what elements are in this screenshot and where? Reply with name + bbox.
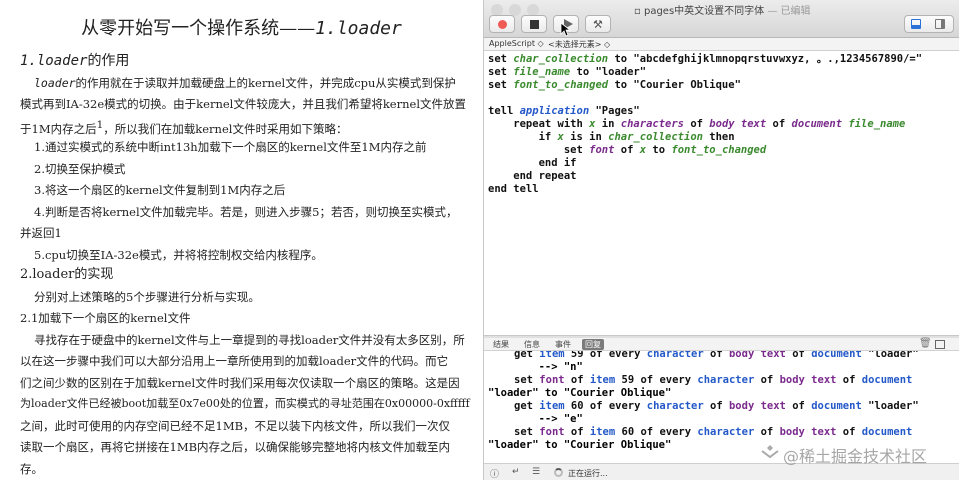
step-item: 4.判断是否将kernel文件加载完毕。若是，则进入步骤5；若否，则切换至实模式… — [34, 205, 458, 219]
tab-events[interactable]: 事件 — [552, 339, 574, 350]
tab-result[interactable]: 结果 — [490, 339, 512, 350]
running-status: 正在运行... — [568, 469, 608, 478]
paragraph-line: 以在这一步骤中我们可以大部分沿用上一章所使用到的加载loader文件的代码。而它 — [20, 354, 449, 368]
step-item: 5.cpu切换至IA-32e模式，并将将控制权交给内核程序。 — [34, 248, 323, 262]
window-title: ▫ pages中英文设置不同字体 — 已编辑 — [634, 6, 811, 17]
code-line: set char_collection to "abcdefghijklmnop… — [488, 53, 923, 65]
tab-messages[interactable]: 信息 — [521, 339, 543, 350]
paragraph-line: 为loader文件已经被boot加载至0x7e00处的位置，而实模式的寻址范围在… — [20, 397, 470, 410]
paragraph-line: 模式再到IA-32e模式的切换。由于kernel文件较庞大，并且我们希望将ker… — [20, 97, 466, 111]
paragraph-line: 分别对上述策略的5个步骤进行分析与实现。 — [34, 290, 260, 304]
paragraph-line: 寻找存在于硬盘中的kernel文件与上一章提到的寻找loader文件并没有太多区… — [34, 333, 465, 347]
info-icon[interactable]: ⓘ — [490, 467, 499, 480]
paragraph-line: 读取一个扇区，再将它拼接在1MB内存之后，以确保能够完整地将内核文件加载至内 — [20, 440, 451, 454]
paragraph-line: 们之间少数的区别在于加载kernel文件时我们采用每次仅读取一个扇区的策略。这是… — [20, 376, 460, 390]
compile-button[interactable]: ⚒ — [585, 15, 611, 33]
document-title: 从零开始写一个操作系统——1.loader — [81, 18, 402, 39]
record-button[interactable] — [489, 15, 515, 33]
log-line: --> "e" — [488, 413, 583, 425]
step-item: 2.切换至保护模式 — [34, 162, 126, 176]
view-toggle-group — [904, 15, 954, 33]
tab-replies[interactable]: 回复 — [582, 339, 604, 350]
element-selector[interactable]: <未选择元素> ◇ — [548, 39, 610, 50]
step-item: 3.将这一个扇区的kernel文件复制到1M内存之后 — [34, 183, 286, 197]
navigation-bar: AppleScript ◇ <未选择元素> ◇ — [484, 38, 959, 51]
script-editor[interactable]: set char_collection to "abcdefghijklmnop… — [484, 51, 959, 335]
window-titlebar: ▫ pages中英文设置不同字体 — 已编辑 ⚒ — [484, 0, 959, 38]
juejin-logo-icon — [761, 445, 779, 459]
code-line: tell application "Pages" — [488, 105, 640, 117]
section-heading-2: 2.loader的实现 — [20, 267, 114, 282]
code-line: if x is in char_collection then — [488, 131, 735, 143]
paragraph-line: 之间，此时可使用的内存空间已经不足1MB，不足以装下内核文件，所以我们一次仅 — [20, 419, 451, 433]
mouse-cursor-icon — [560, 22, 572, 37]
trash-icon[interactable]: 🗑 — [919, 338, 932, 349]
log-line: "loader" to "Courier Oblique" — [488, 387, 672, 399]
watermark: @稀土掘金技术社区 — [783, 447, 928, 466]
log-line: get item 59 of every character of body t… — [514, 351, 919, 360]
code-line: end if — [488, 157, 577, 169]
list-icon[interactable]: ☰ — [532, 467, 540, 477]
language-selector[interactable]: AppleScript ◇ — [489, 39, 544, 48]
log-line: set font of item 59 of every character o… — [514, 374, 913, 386]
document-page: 从零开始写一个操作系统——1.loader 1.loader的作用 loader… — [0, 0, 483, 480]
return-icon[interactable]: ↵ — [512, 467, 520, 477]
record-icon — [498, 20, 507, 29]
step-item: 1.通过实模式的系统中断int13h加载下一个扇区的kernel文件至1M内存之… — [34, 140, 427, 154]
log-line: set font of item 60 of every character o… — [514, 426, 913, 438]
code-line: end repeat — [488, 170, 577, 182]
show-log-icon[interactable] — [911, 19, 921, 29]
code-line: set font of x to font_to_changed — [488, 144, 767, 156]
hammer-icon: ⚒ — [593, 18, 603, 31]
paragraph-line: 存。 — [20, 462, 43, 476]
log-line: --> "n" — [488, 361, 583, 373]
log-tabs: 结果 信息 事件 回复 🗑 — [484, 338, 959, 351]
code-line: set font_to_changed to "Courier Oblique" — [488, 79, 741, 91]
log-line: get item 60 of every character of body t… — [514, 400, 919, 412]
code-line: set file_name to "loader" — [488, 66, 647, 78]
progress-spinner-icon — [554, 468, 563, 477]
document-icon: ▫ — [634, 6, 644, 17]
log-line: "loader" to "Courier Oblique" — [488, 439, 672, 451]
paragraph-line: loader的作用就在于读取并加载硬盘上的kernel文件，并完成cpu从实模式… — [34, 76, 456, 90]
code-line: repeat with x in characters of body text… — [488, 118, 906, 130]
code-line: end tell — [488, 183, 539, 195]
stop-icon — [530, 20, 539, 29]
step-item: 并返回1 — [20, 226, 62, 240]
paragraph-line: 于1M内存之后1，所以我们在加载kernel文件时采用如下策略： — [20, 119, 348, 136]
subsection-heading: 2.1加载下一个扇区的kernel文件 — [20, 311, 191, 325]
script-editor-window: ▫ pages中英文设置不同字体 — 已编辑 ⚒ AppleScript ◇ <… — [483, 0, 959, 480]
stop-button[interactable] — [521, 15, 547, 33]
show-sidebar-icon[interactable] — [935, 19, 945, 29]
section-heading-1: 1.loader的作用 — [20, 53, 130, 69]
log-layout-icon[interactable] — [935, 340, 945, 349]
